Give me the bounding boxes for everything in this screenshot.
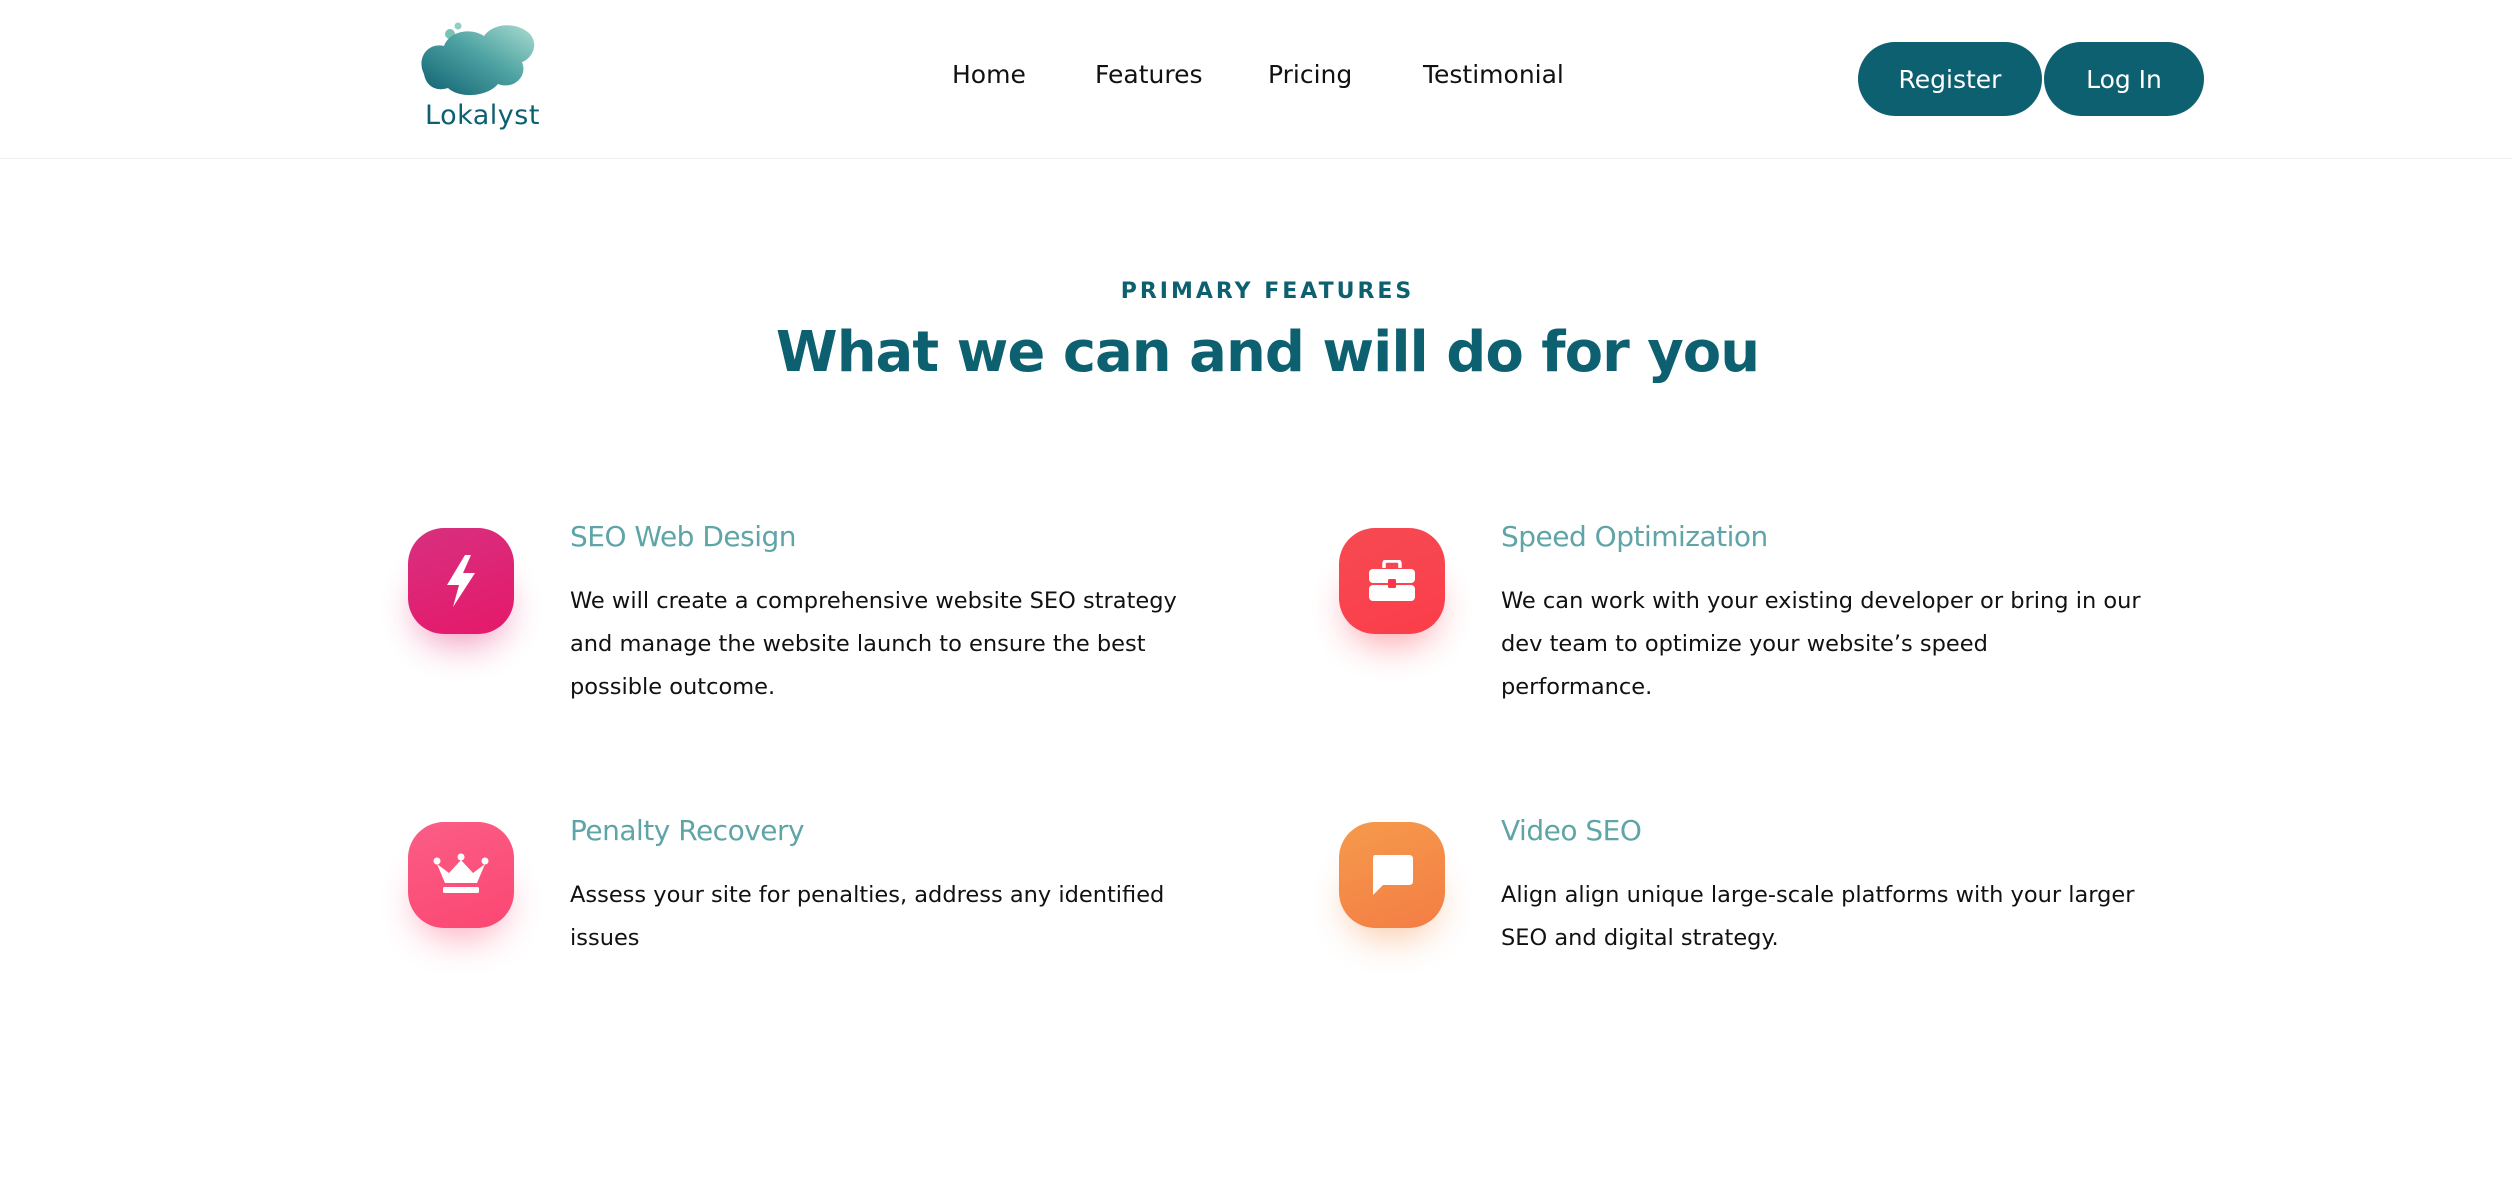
brand-logo[interactable]: Lokalyst (418, 20, 540, 138)
nav-pricing[interactable]: Pricing (1268, 60, 1352, 89)
feature-icon-box (1339, 528, 1445, 634)
brand-name: Lokalyst (425, 100, 540, 131)
nav-testimonial[interactable]: Testimonial (1423, 60, 1564, 89)
feature-icon-box (408, 822, 514, 928)
crown-icon (433, 853, 489, 893)
nav-home[interactable]: Home (952, 60, 1026, 89)
feature-description: We can work with your existing developer… (1501, 588, 2141, 700)
feature-title: Speed Optimization (1501, 520, 1768, 553)
lightning-bolt-icon (447, 555, 475, 607)
feature-title: Video SEO (1501, 814, 1642, 847)
section-eyebrow: PRIMARY FEATURES (1120, 279, 1415, 304)
register-button[interactable]: Register (1858, 42, 2042, 116)
feature-description: Align align unique large-scale platforms… (1501, 882, 2135, 951)
nav-features[interactable]: Features (1095, 60, 1203, 89)
feature-title: Penalty Recovery (570, 814, 805, 847)
site-header: Lokalyst Home Features Pricing Testimoni… (0, 0, 2512, 159)
briefcase-icon (1369, 560, 1415, 601)
feature-description: We will create a comprehensive website S… (570, 588, 1177, 700)
login-button[interactable]: Log In (2044, 42, 2204, 116)
feature-icon-box (408, 528, 514, 634)
feature-description: Assess your site for penalties, address … (570, 882, 1165, 951)
logo-blob-icon (421, 22, 535, 96)
feature-icon-box (1339, 822, 1445, 928)
chat-bubble-icon (1373, 855, 1413, 895)
section-title: What we can and will do for you (775, 320, 1760, 385)
feature-title: SEO Web Design (570, 520, 797, 553)
